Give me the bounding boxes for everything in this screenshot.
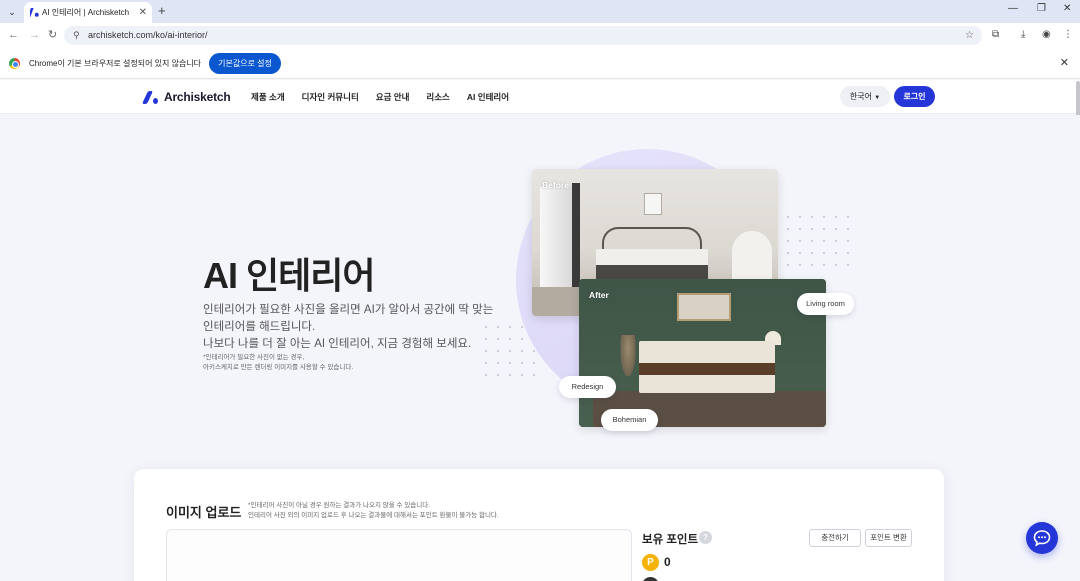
new-tab-icon[interactable]: + — [158, 2, 166, 20]
window-close-icon[interactable]: ✕ — [1063, 3, 1071, 14]
infobar-close-icon[interactable]: ✕ — [1060, 56, 1069, 69]
point-coin-icon: P — [642, 554, 659, 571]
set-default-button[interactable]: 기본값으로 설정 — [209, 53, 281, 74]
after-image: After — [579, 279, 826, 427]
upload-note-line: *인테리어 사진이 아닐 경우 원하는 결과가 나오지 않을 수 있습니다. — [248, 502, 431, 509]
hero-desc-line: 인테리어가 필요한 사진을 올리면 AI가 알아서 공간에 딱 맞는 — [203, 304, 494, 316]
extensions-icon[interactable]: ⧉ — [992, 29, 999, 41]
browser-tab[interactable]: AI 인테리어 | Archisketch ✕ — [24, 2, 152, 23]
chat-bubble-icon — [1033, 530, 1051, 547]
coin-icon — [642, 577, 659, 581]
profile-icon[interactable]: ◉ — [1042, 29, 1051, 41]
nav-item-resources[interactable]: 리소스 — [426, 91, 449, 103]
upload-card: 이미지 업로드 *인테리어 사진이 아닐 경우 원하는 결과가 나오지 않을 수… — [134, 469, 944, 581]
hero-note-line: *인테리어가 필요한 사진이 없는 경우, — [203, 354, 305, 361]
caret-down-icon: ▼ — [874, 95, 881, 101]
upload-title: 이미지 업로드 — [166, 505, 242, 520]
hero-desc-line: 인테리어를 해드립니다. — [203, 321, 316, 333]
hero-description: 인테리어가 필요한 사진을 올리면 AI가 알아서 공간에 딱 맞는 인테리어를… — [203, 302, 503, 353]
browser-toolbar: ← → ↻ ⚲ archisketch.com/ko/ai-interior/ … — [0, 23, 1080, 48]
hero-desc-line: 나보다 나를 더 잘 아는 AI 인테리어, 지금 경험해 보세요. — [203, 338, 472, 350]
convert-points-button[interactable]: 포인트 변환 — [865, 529, 912, 547]
restore-icon[interactable]: ❐ — [1037, 3, 1046, 14]
chip-bohemian: Bohemian — [601, 409, 658, 431]
dot-pattern — [770, 211, 850, 271]
back-icon[interactable]: ← — [8, 28, 19, 42]
nav-item-ai-interior[interactable]: AI 인테리어 — [467, 91, 509, 103]
hero-note-line: 아키스케치로 만든 렌더링 이미지를 사용할 수 있습니다. — [203, 364, 354, 371]
nav-item-community[interactable]: 디자인 커뮤니티 — [302, 91, 359, 103]
upload-note-line: 인테리어 사진 외의 이미지 업로드 후 나오는 결과물에 대해서는 포인트 환… — [248, 512, 499, 519]
infobar-text: Chrome이 기본 브라우저로 설정되어 있지 않습니다 — [29, 59, 202, 68]
minimize-icon[interactable]: — — [1008, 3, 1018, 14]
address-bar[interactable]: ⚲ archisketch.com/ko/ai-interior/ ☆ — [64, 26, 982, 45]
chat-button[interactable] — [1026, 522, 1058, 554]
language-label: 한국어 — [849, 92, 872, 101]
site-info-icon[interactable]: ⚲ — [73, 26, 80, 45]
nav-item-products[interactable]: 제품 소개 — [251, 91, 285, 103]
language-select[interactable]: 한국어 ▼ — [840, 86, 890, 107]
logo-text: Archisketch — [164, 90, 231, 104]
bookmark-star-icon[interactable]: ☆ — [965, 26, 974, 45]
archisketch-favicon-icon — [30, 8, 39, 17]
help-icon[interactable]: ? — [699, 531, 712, 544]
download-icon[interactable]: ⤓ — [1021, 29, 1025, 41]
browser-tabbar: ⌄ AI 인테리어 | Archisketch ✕ + — ❐ ✕ — [0, 0, 1080, 23]
chip-redesign: Redesign — [559, 376, 616, 398]
login-button[interactable]: 로그인 — [894, 86, 935, 107]
image-drop-zone[interactable] — [166, 529, 632, 581]
site-logo[interactable]: Archisketch — [141, 89, 231, 105]
site-header: Archisketch 제품 소개 디자인 커뮤니티 요금 안내 리소스 AI … — [0, 80, 1080, 114]
forward-icon[interactable]: → — [29, 28, 40, 42]
url-text: archisketch.com/ko/ai-interior/ — [88, 30, 208, 40]
point-balance: 0 — [664, 555, 671, 569]
chip-living-room: Living room — [797, 293, 854, 315]
more-menu-icon[interactable]: ⋮ — [1063, 29, 1073, 41]
main-nav: 제품 소개 디자인 커뮤니티 요금 안내 리소스 AI 인테리어 — [251, 80, 526, 114]
points-title: 보유 포인트 — [642, 534, 699, 546]
reload-icon[interactable]: ↻ — [48, 28, 57, 42]
archisketch-logo-icon — [141, 90, 160, 104]
tab-title: AI 인테리어 | Archisketch — [42, 8, 130, 17]
before-label: Before — [542, 180, 569, 190]
after-label: After — [589, 290, 609, 300]
nav-item-pricing[interactable]: 요금 안내 — [376, 91, 410, 103]
page-title: AI 인테리어 — [203, 255, 375, 296]
charge-button[interactable]: 충전하기 — [809, 529, 861, 547]
upload-note: *인테리어 사진이 아닐 경우 원하는 결과가 나오지 않을 수 있습니다. 인… — [248, 501, 548, 521]
tab-search-icon[interactable]: ⌄ — [4, 4, 20, 20]
tab-close-icon[interactable]: ✕ — [139, 2, 147, 23]
chrome-logo-icon — [9, 58, 20, 69]
default-browser-infobar: Chrome이 기본 브라우저로 설정되어 있지 않습니다 기본값으로 설정 ✕ — [0, 48, 1080, 79]
hero-note: *인테리어가 필요한 사진이 없는 경우, 아키스케치로 만든 렌더링 이미지를… — [203, 353, 483, 373]
